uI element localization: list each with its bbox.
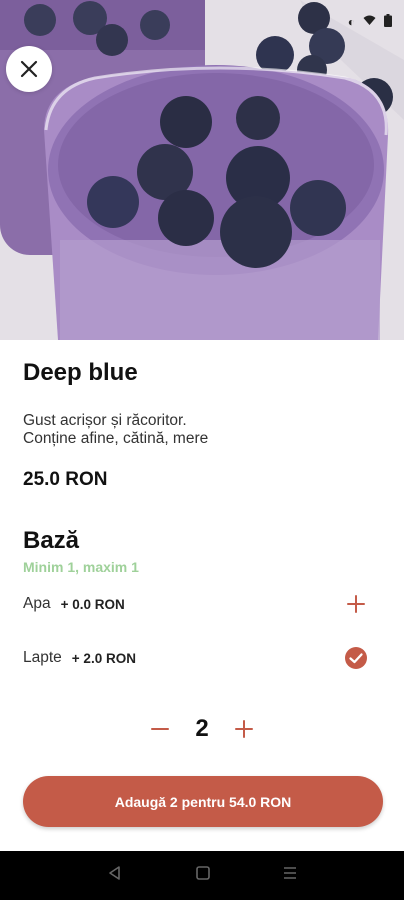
system-navigation-bar (0, 851, 404, 900)
section-title: Bază (23, 527, 80, 554)
minus-icon (151, 728, 170, 730)
product-image: ◐ (0, 0, 404, 340)
section-subtitle: Minim 1, maxim 1 (23, 559, 139, 575)
increase-quantity-button[interactable] (234, 720, 253, 738)
dnd-icon: ◐ (347, 14, 355, 29)
product-title: Deep blue (23, 359, 138, 386)
back-icon (108, 866, 120, 880)
description-line-1: Gust acrișor și răcoritor. (23, 412, 187, 429)
wifi-icon (363, 15, 376, 28)
option-row-apa[interactable]: Apa + 0.0 RON (23, 586, 368, 622)
add-option-button[interactable] (344, 592, 368, 616)
add-to-cart-button[interactable]: Adaugă 2 pentru 54.0 RON (23, 776, 383, 827)
option-price: + 2.0 RON (71, 650, 136, 666)
decrease-quantity-button[interactable] (151, 720, 170, 738)
plus-icon (234, 720, 253, 738)
quantity-value: 2 (195, 715, 209, 742)
product-description: Gust acrișor și răcoritor. Conține afine… (23, 412, 208, 448)
product-price: 25.0 RON (23, 469, 108, 490)
option-row-lapte[interactable]: Lapte + 2.0 RON (23, 640, 368, 676)
home-icon (196, 866, 210, 880)
selected-option-toggle[interactable] (344, 646, 368, 670)
description-line-2: Conține afine, cătină, mere (23, 430, 209, 447)
back-button[interactable] (107, 865, 123, 886)
recents-icon (284, 867, 297, 879)
status-bar: ◐ (348, 14, 392, 29)
quantity-stepper: 2 (0, 715, 404, 743)
close-icon (20, 60, 38, 78)
option-name: Lapte (23, 649, 62, 666)
option-price: + 0.0 RON (60, 596, 125, 612)
option-name: Apa (23, 595, 51, 612)
battery-icon (384, 14, 392, 29)
home-button[interactable] (196, 866, 210, 885)
recents-button[interactable] (283, 866, 297, 885)
smoothie-illustration (0, 0, 404, 340)
check-circle-icon (345, 647, 367, 669)
plus-icon (347, 595, 365, 613)
close-button[interactable] (6, 46, 52, 92)
